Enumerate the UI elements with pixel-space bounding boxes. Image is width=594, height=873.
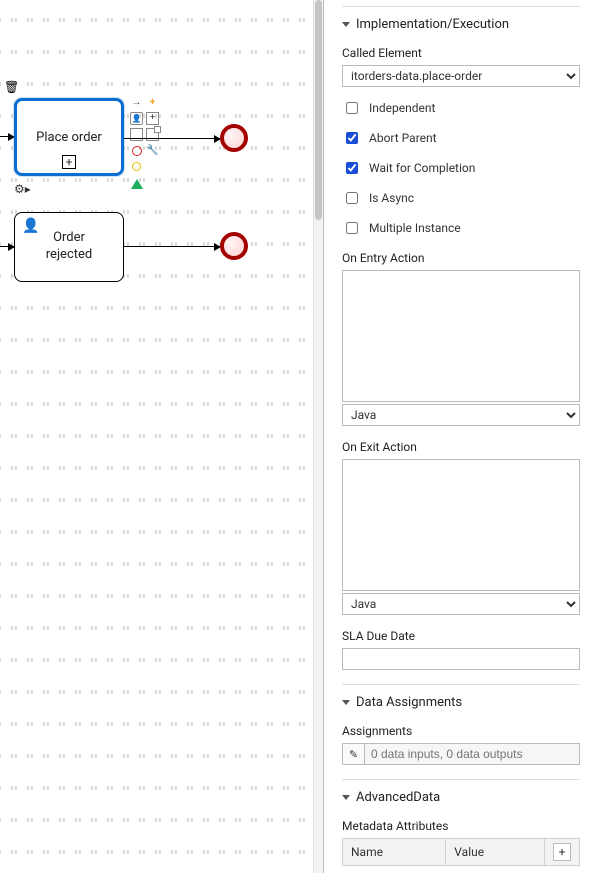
chk-abort-parent[interactable]: [346, 132, 358, 144]
chk-wait[interactable]: [346, 162, 358, 174]
label-on-exit: On Exit Action: [342, 440, 580, 454]
label-sla: SLA Due Date: [342, 629, 580, 643]
node-label: Orderrejected: [46, 230, 92, 264]
label-on-entry: On Entry Action: [342, 251, 580, 265]
input-sla[interactable]: [342, 648, 580, 670]
assignments-summary: [364, 743, 580, 765]
select-on-entry-lang[interactable]: Java: [342, 404, 580, 426]
row-independent[interactable]: Independent: [342, 99, 580, 117]
spacer: [146, 160, 159, 173]
properties-panel: Implementation/Execution Called Element …: [324, 0, 594, 873]
node-order-rejected[interactable]: 👤 Orderrejected: [14, 212, 124, 282]
intermediate-event-icon[interactable]: [132, 162, 141, 171]
node-place-order[interactable]: Place order +: [14, 98, 124, 176]
panel-divider: [323, 0, 324, 873]
user-icon: 👤: [22, 218, 39, 234]
meta-col-value: Value: [446, 839, 545, 866]
chk-multiple-instance[interactable]: [346, 222, 358, 234]
chevron-down-icon: [342, 700, 350, 709]
context-toolbox: → + 👤 + 🔧: [130, 96, 159, 189]
section-title: Data Assignments: [356, 695, 462, 710]
morph-icon[interactable]: ⚙▸: [14, 182, 31, 196]
metadata-table: Name Value +: [342, 838, 580, 866]
chk-label: Multiple Instance: [369, 221, 461, 235]
assignments-row: ✎: [342, 743, 580, 765]
row-multiple-instance[interactable]: Multiple Instance: [342, 219, 580, 237]
textarea-on-entry[interactable]: [342, 270, 580, 402]
end-event[interactable]: [220, 124, 248, 152]
chk-label: Independent: [369, 101, 435, 115]
sequence-flow: [0, 246, 14, 247]
section-header-advanced-data[interactable]: AdvancedData: [342, 790, 580, 805]
select-on-exit-lang[interactable]: Java: [342, 593, 580, 615]
label-metadata: Metadata Attributes: [342, 819, 580, 833]
row-async[interactable]: Is Async: [342, 189, 580, 207]
wrench-icon[interactable]: 🔧: [146, 144, 159, 157]
edit-assignments-button[interactable]: ✎: [342, 743, 364, 765]
diagram-canvas[interactable]: 🗑 Place order + → + 👤 + 🔧 ⚙▸ 👤 Orderreje…: [0, 0, 324, 873]
end-event[interactable]: [220, 232, 248, 260]
copy-icon[interactable]: [146, 128, 159, 141]
chk-async[interactable]: [346, 192, 358, 204]
row-wait[interactable]: Wait for Completion: [342, 159, 580, 177]
panel-top-divider: [342, 6, 580, 7]
pencil-icon: ✎: [349, 748, 358, 761]
sequence-flow: [124, 246, 220, 247]
chk-label: Is Async: [369, 191, 414, 205]
add-metadata-button[interactable]: +: [553, 843, 571, 861]
expand-icon[interactable]: +: [146, 112, 159, 125]
sequence-flow: [0, 136, 14, 137]
section-header-implementation[interactable]: Implementation/Execution: [342, 17, 580, 32]
add-icon[interactable]: +: [146, 96, 159, 109]
label-called-element: Called Element: [342, 46, 580, 60]
end-event-icon[interactable]: [132, 146, 142, 156]
task-icon[interactable]: [130, 128, 143, 141]
chk-label: Wait for Completion: [369, 161, 475, 175]
user-task-icon[interactable]: 👤: [130, 112, 143, 125]
section-title: AdvancedData: [356, 790, 440, 805]
sequence-flow: [124, 138, 220, 139]
chk-independent[interactable]: [346, 102, 358, 114]
row-abort-parent[interactable]: Abort Parent: [342, 129, 580, 147]
meta-col-name: Name: [343, 839, 446, 866]
trash-icon[interactable]: 🗑: [4, 80, 19, 94]
chk-label: Abort Parent: [369, 131, 437, 145]
signal-icon[interactable]: [131, 173, 143, 189]
section-data-assignments: Data Assignments Assignments ✎: [342, 695, 580, 780]
scrollbar-thumb[interactable]: [315, 0, 322, 220]
subprocess-marker-icon: +: [62, 155, 76, 169]
section-implementation: Implementation/Execution Called Element …: [342, 17, 580, 685]
select-called-element[interactable]: itorders-data.place-order: [342, 65, 580, 87]
chevron-down-icon: [342, 795, 350, 804]
textarea-on-exit[interactable]: [342, 459, 580, 591]
label-assignments: Assignments: [342, 724, 580, 738]
chevron-down-icon: [342, 22, 350, 31]
section-header-data-assignments[interactable]: Data Assignments: [342, 695, 580, 710]
node-label: Place order: [36, 130, 102, 145]
section-title: Implementation/Execution: [356, 17, 509, 32]
section-advanced-data: AdvancedData Metadata Attributes Name Va…: [342, 790, 580, 873]
connect-icon[interactable]: →: [130, 96, 143, 109]
canvas-scrollbar[interactable]: [313, 0, 323, 873]
